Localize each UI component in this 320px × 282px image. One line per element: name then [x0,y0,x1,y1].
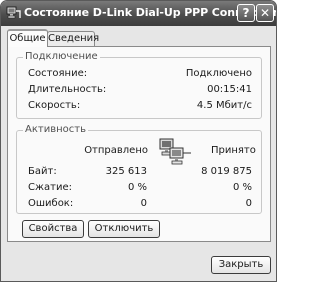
close-window-button[interactable]: ✕ [256,4,274,22]
tab-general[interactable]: Общие [7,29,48,47]
status-value: Подключено [185,68,252,79]
activity-group: Активность Отправлено Принято Байт: 325 … [16,124,262,214]
activity-group-title: Активность [23,124,88,135]
close-button[interactable]: Закрыть [211,256,271,274]
properties-button[interactable]: Свойства [22,220,84,238]
connection-group: Подключение Состояние: Подключено Длител… [16,51,262,119]
compression-label: Сжатие: [28,182,72,193]
received-header: Принято [211,145,256,156]
sent-header: Отправлено [84,145,148,156]
errors-received-value: 0 [245,198,252,209]
title-bar[interactable]: Состояние D-Link Dial-Up PPP Connection … [1,1,276,26]
bytes-received-value: 8 019 875 [201,166,252,177]
bytes-sent-value: 325 613 [105,166,147,177]
duration-label: Длительность: [28,84,107,95]
connection-status-dialog: Состояние D-Link Dial-Up PPP Connection … [0,0,277,282]
connection-group-title: Подключение [23,51,100,62]
general-tab-panel: Подключение Состояние: Подключено Длител… [7,46,271,242]
errors-label: Ошибок: [28,198,74,209]
status-label: Состояние: [28,68,88,79]
speed-value: 4.5 Мбит/с [196,100,252,111]
errors-sent-value: 0 [140,198,147,209]
duration-value: 00:15:41 [207,84,252,95]
network-activity-icon [159,138,191,165]
network-connection-icon [6,6,21,19]
speed-label: Скорость: [28,100,81,111]
compression-received-value: 0 % [232,182,252,193]
compression-sent-value: 0 % [127,182,147,193]
disconnect-button[interactable]: Отключить [88,220,160,238]
help-button[interactable]: ? [237,4,255,22]
tab-details[interactable]: Сведения [47,31,99,46]
bytes-label: Байт: [28,166,57,177]
